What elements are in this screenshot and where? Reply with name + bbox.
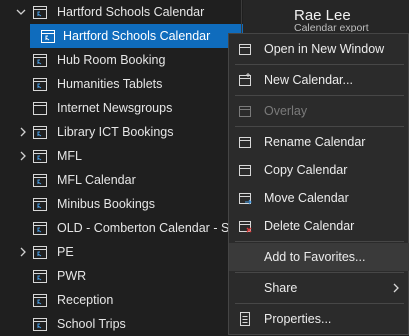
menu-separator — [235, 126, 404, 127]
menu-item-label: Add to Favorites... — [264, 250, 366, 264]
menu-item-label: Overlay — [264, 104, 308, 118]
folder-item[interactable]: Reception — [0, 288, 240, 312]
folder-item[interactable]: OLD - Comberton Calendar - S... — [0, 216, 240, 240]
menu-item-label: Properties... — [264, 312, 332, 326]
folder-item[interactable]: PE — [0, 240, 240, 264]
context-menu: Open in New Window New Calendar... Overl… — [228, 33, 409, 335]
menu-item-copy-calendar[interactable]: Copy Calendar — [229, 156, 409, 184]
copy-calendar-icon — [239, 165, 251, 176]
menu-separator — [235, 241, 404, 242]
folder-label: PWR — [57, 269, 87, 283]
menu-item-rename-calendar[interactable]: Rename Calendar — [229, 128, 409, 156]
calendar-folder-icon — [33, 270, 47, 283]
folder-label: Internet Newsgroups — [57, 101, 173, 115]
calendar-folder-icon — [33, 78, 47, 91]
folder-item[interactable]: PWR — [0, 264, 240, 288]
folder-label: Library ICT Bookings — [57, 125, 174, 139]
folder-item[interactable]: MFL Calendar — [0, 168, 240, 192]
menu-item-open-new-window[interactable]: Open in New Window — [229, 35, 409, 63]
folder-item[interactable]: Library ICT Bookings — [0, 120, 240, 144]
folder-item[interactable]: MFL — [0, 144, 240, 168]
folder-item[interactable]: Internet Newsgroups — [0, 96, 240, 120]
folder-label: MFL Calendar — [57, 173, 136, 187]
menu-item-label: Delete Calendar — [264, 219, 355, 233]
menu-item-label: Move Calendar — [264, 191, 349, 205]
menu-item-share[interactable]: Share — [229, 274, 409, 302]
chevron-right-icon — [393, 283, 399, 293]
folder-item[interactable]: Humanities Tablets — [0, 72, 240, 96]
chevron-right-icon[interactable] — [18, 149, 28, 163]
chevron-down-icon[interactable] — [16, 5, 26, 19]
menu-item-label: Rename Calendar — [264, 135, 366, 149]
calendar-folder-icon — [33, 174, 47, 187]
menu-separator — [235, 272, 404, 273]
folder-label: Reception — [57, 293, 114, 307]
folder-item[interactable]: Minibus Bookings — [0, 192, 240, 216]
menu-item-overlay[interactable]: Overlay — [229, 97, 409, 125]
folder-label: MFL — [57, 149, 82, 163]
folder-item-selected[interactable]: Hartford Schools Calendar — [30, 24, 252, 48]
overlay-icon — [239, 106, 251, 117]
calendar-folder-icon — [33, 126, 47, 139]
message-subject: Calendar export — [294, 22, 369, 32]
folder-label: School Trips — [57, 317, 126, 331]
folder-label: Minibus Bookings — [57, 197, 155, 211]
menu-item-new-calendar[interactable]: New Calendar... — [229, 66, 409, 94]
calendar-folder-icon — [33, 54, 47, 67]
folder-tree: Hartford Schools Calendar Hartford Schoo… — [0, 0, 252, 336]
folder-label: Humanities Tablets — [57, 77, 163, 91]
calendar-folder-icon — [33, 246, 47, 259]
newsgroup-folder-icon — [33, 102, 47, 115]
menu-item-label: Copy Calendar — [264, 163, 348, 177]
calendar-folder-icon — [33, 6, 47, 19]
menu-item-label: Open in New Window — [264, 42, 385, 56]
chevron-right-icon[interactable] — [18, 245, 28, 259]
rename-calendar-icon — [239, 137, 251, 148]
new-window-icon — [239, 44, 251, 55]
new-calendar-icon — [239, 73, 251, 86]
folder-item[interactable]: School Trips — [0, 312, 240, 336]
calendar-folder-icon — [41, 30, 55, 43]
menu-item-properties[interactable]: Properties... — [229, 305, 409, 333]
menu-item-label: New Calendar... — [264, 73, 353, 87]
folder-label: Hartford Schools Calendar — [63, 29, 211, 43]
folder-label: Hartford Schools Calendar — [57, 5, 205, 19]
chevron-right-icon[interactable] — [18, 125, 28, 139]
calendar-folder-icon — [33, 222, 47, 235]
folder-label: Hub Room Booking — [57, 53, 166, 67]
calendar-folder-icon — [33, 198, 47, 211]
folder-label: OLD - Comberton Calendar - S... — [57, 221, 240, 235]
folder-item[interactable]: Hub Room Booking — [0, 48, 240, 72]
folder-item[interactable]: Hartford Schools Calendar — [0, 0, 240, 24]
menu-item-label: Share — [264, 281, 298, 295]
menu-separator — [235, 303, 404, 304]
folder-label: PE — [57, 245, 74, 259]
menu-item-add-to-favorites[interactable]: Add to Favorites... — [229, 243, 409, 271]
delete-calendar-icon — [239, 221, 252, 233]
menu-separator — [235, 64, 404, 65]
calendar-folder-icon — [33, 318, 47, 331]
move-calendar-icon — [239, 193, 252, 205]
menu-separator — [235, 95, 404, 96]
menu-item-delete-calendar[interactable]: Delete Calendar — [229, 212, 409, 240]
calendar-folder-icon — [33, 150, 47, 163]
properties-icon — [240, 312, 250, 326]
menu-item-move-calendar[interactable]: Move Calendar — [229, 184, 409, 212]
calendar-folder-icon — [33, 294, 47, 307]
